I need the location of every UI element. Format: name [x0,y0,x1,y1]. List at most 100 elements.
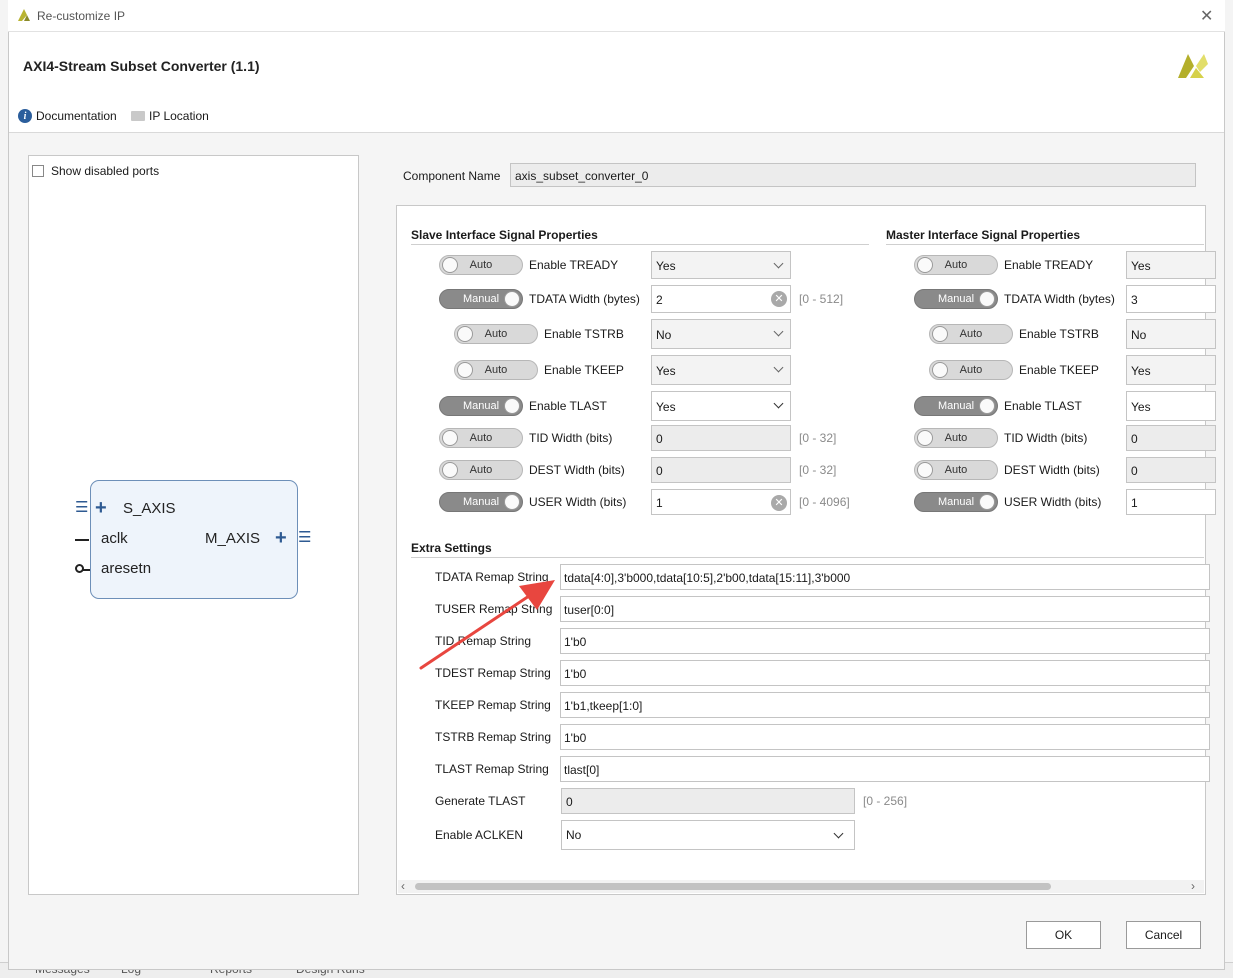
scrollbar-thumb[interactable] [415,883,1051,890]
slave-enable-tstrb-field[interactable]: No [651,319,791,349]
toggle-label: Auto [469,464,493,476]
slave-user-width-bits-label: USER Width (bits) [529,495,627,509]
toggle-knob [504,494,520,510]
documentation-link[interactable]: i Documentation [18,109,117,123]
expand-s-axis-icon[interactable]: + [95,497,107,520]
cancel-button[interactable]: Cancel [1126,921,1201,949]
info-icon: i [18,109,32,123]
master-enable-tlast-field[interactable]: Yes [1126,391,1216,421]
slave-enable-tkeep-label: Enable TKEEP [544,363,624,377]
tlast-remap-string-field[interactable]: tlast[0] [560,756,1210,782]
master-enable-tstrb-label: Enable TSTRB [1019,327,1099,341]
slave-user-width-bits-range: [0 - 4096] [799,495,850,509]
toggle-knob [917,257,933,273]
tuser-remap-string-field[interactable]: tuser[0:0] [560,596,1210,622]
master-enable-tlast-label: Enable TLAST [1004,399,1082,413]
slave-enable-tready-mode-toggle[interactable]: Auto [439,255,523,275]
slave-enable-tready-field[interactable]: Yes [651,251,791,279]
window-title: Re-customize IP [37,9,126,23]
generate-tlast-field[interactable]: 0 [561,788,855,814]
toggle-label: Manual [937,293,975,305]
master-tid-width-bits-mode-toggle[interactable]: Auto [914,428,998,448]
slave-dest-width-bits-field[interactable]: 0 [651,457,791,483]
show-disabled-ports-checkbox[interactable] [32,165,44,177]
slave-dest-width-bits-mode-toggle[interactable]: Auto [439,460,523,480]
slave-enable-tready-label: Enable TREADY [529,258,619,272]
master-dest-width-bits-mode-toggle[interactable]: Auto [914,460,998,480]
field-value: Yes [1131,400,1151,414]
slave-user-width-bits-field[interactable]: 1 ✕ [651,489,791,515]
master-tid-width-bits-label: TID Width (bits) [1004,431,1088,445]
toggle-label: Manual [937,496,975,508]
master-enable-tstrb-mode-toggle[interactable]: Auto [929,324,1013,344]
toggle-label: Manual [462,293,500,305]
slave-enable-tstrb-mode-toggle[interactable]: Auto [454,324,538,344]
generate-tlast-label: Generate TLAST [435,794,526,808]
background-app-left [0,0,8,977]
master-enable-tready-mode-toggle[interactable]: Auto [914,255,998,275]
master-user-width-bits-mode-toggle[interactable]: Manual [914,492,998,512]
xilinx-logo-icon [1178,54,1208,78]
slave-tid-width-bits-mode-toggle[interactable]: Auto [439,428,523,448]
field-value: 0 [656,464,663,478]
master-enable-tkeep-mode-toggle[interactable]: Auto [929,360,1013,380]
ip-location-link[interactable]: IP Location [131,109,209,123]
tstrb-remap-string-field[interactable]: 1'b0 [560,724,1210,750]
slave-tid-width-bits-field[interactable]: 0 [651,425,791,451]
toggle-knob [442,462,458,478]
close-icon[interactable]: ✕ [1200,6,1213,26]
component-name-field[interactable]: axis_subset_converter_0 [510,163,1196,187]
master-tdata-width-bytes-field[interactable]: 3 [1126,285,1216,313]
tdata-remap-string-field[interactable]: tdata[4:0],3'b000,tdata[10:5],2'b00,tdat… [560,564,1210,590]
master-enable-tkeep-field[interactable]: Yes [1126,355,1216,385]
slave-enable-tkeep-mode-toggle[interactable]: Auto [454,360,538,380]
slave-tdata-width-bytes-field[interactable]: 2 ✕ [651,285,791,313]
master-tdata-width-bytes-mode-toggle[interactable]: Manual [914,289,998,309]
slave-enable-tkeep-field[interactable]: Yes [651,355,791,385]
expand-m-axis-icon[interactable]: + [275,527,287,550]
port-m-axis: M_AXIS [205,530,261,547]
slave-tdata-width-bytes-mode-toggle[interactable]: Manual [439,289,523,309]
tdest-remap-string-field[interactable]: 1'b0 [560,660,1210,686]
master-enable-tlast-mode-toggle[interactable]: Manual [914,396,998,416]
toggle-knob [979,291,995,307]
chevron-down-icon [773,258,784,269]
master-enable-tstrb-field[interactable]: No [1126,319,1216,349]
enable-aclken-label: Enable ACLKEN [435,828,524,842]
master-dest-width-bits-label: DEST Width (bits) [1004,463,1100,477]
slave-tid-width-bits-label: TID Width (bits) [529,431,613,445]
toggle-knob [932,326,948,342]
extra-settings-title: Extra Settings [411,541,492,555]
field-value: 0 [1131,464,1138,478]
tkeep-remap-string-label: TKEEP Remap String [435,698,551,712]
toggle-label: Manual [462,400,500,412]
enable-aclken-dropdown[interactable]: No [561,820,855,850]
ok-button[interactable]: OK [1026,921,1101,949]
master-tid-width-bits-field[interactable]: 0 [1126,425,1216,451]
tkeep-remap-string-field[interactable]: 1'b1,tkeep[1:0] [560,692,1210,718]
slave-enable-tlast-label: Enable TLAST [529,399,607,413]
toggle-knob [504,398,520,414]
slave-enable-tlast-field[interactable]: Yes [651,391,791,421]
toggle-label: Auto [944,432,968,444]
toggle-knob [504,291,520,307]
field-value: 2 [656,293,663,307]
toggle-label: Auto [944,464,968,476]
toggle-label: Auto [484,328,508,340]
clear-icon[interactable]: ✕ [771,495,787,511]
scroll-left-icon[interactable]: ‹ [401,879,405,893]
tlast-remap-string-label: TLAST Remap String [435,762,549,776]
component-name-label: Component Name [403,169,501,183]
toggle-label: Auto [959,364,983,376]
field-value: 1 [1131,496,1138,510]
master-dest-width-bits-field[interactable]: 0 [1126,457,1216,483]
master-enable-tready-field[interactable]: Yes [1126,251,1216,279]
slave-section-title: Slave Interface Signal Properties [411,228,598,242]
scroll-right-icon[interactable]: › [1191,879,1195,893]
master-user-width-bits-field[interactable]: 1 [1126,489,1216,515]
slave-enable-tlast-mode-toggle[interactable]: Manual [439,396,523,416]
slave-user-width-bits-mode-toggle[interactable]: Manual [439,492,523,512]
clear-icon[interactable]: ✕ [771,291,787,307]
tid-remap-string-field[interactable]: 1'b0 [560,628,1210,654]
ip-title: AXI4-Stream Subset Converter (1.1) [23,58,260,74]
